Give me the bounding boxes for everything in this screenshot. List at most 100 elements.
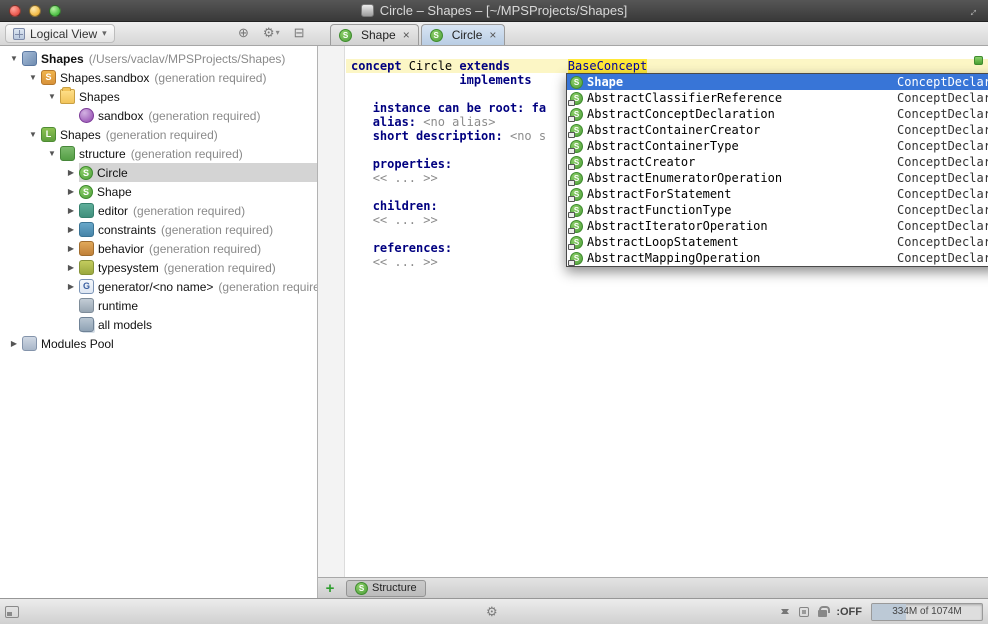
tree-row[interactable]: ▶Modules Pool: [0, 334, 317, 353]
tree-item-shapes[interactable]: Shapes: [60, 87, 317, 106]
analysis-status-indicator[interactable]: [974, 56, 983, 65]
tree-item-runtime[interactable]: runtime: [79, 296, 317, 315]
code-line-caret[interactable]: concept Circle extends BaseConcept: [346, 59, 988, 73]
tree-row[interactable]: ▶SCircle: [0, 163, 317, 182]
tree-item-shapes[interactable]: Shapes(/Users/vaclav/MPSProjects/Shapes): [22, 49, 317, 68]
tree-row[interactable]: all models: [0, 315, 317, 334]
close-icon[interactable]: ×: [489, 28, 496, 42]
add-tab-button[interactable]: +: [322, 580, 338, 597]
code-segment: [351, 129, 373, 143]
collapse-arrow-icon[interactable]: ▼: [25, 130, 41, 139]
tree-item-modules-pool[interactable]: Modules Pool: [22, 334, 317, 353]
toolwindow-toggle-icon[interactable]: [5, 606, 19, 618]
code-segment: properties:: [373, 157, 452, 171]
editor-gutter: [318, 46, 345, 577]
tree-row[interactable]: ▶editor(generation required): [0, 201, 317, 220]
tree-item-circle[interactable]: SCircle: [79, 163, 317, 182]
expand-arrow-icon[interactable]: ▶: [63, 263, 79, 272]
memory-label: 334M of 1074M: [892, 606, 962, 617]
constraints-icon: [79, 222, 94, 237]
expand-arrow-icon[interactable]: ▶: [63, 244, 79, 253]
collapse-arrow-icon[interactable]: ▼: [44, 149, 60, 158]
concept-icon: S: [570, 76, 583, 89]
completion-item-abstractforstatement[interactable]: SAbstractForStatementConceptDeclaration: [567, 186, 988, 202]
completion-item-abstractloopstatement[interactable]: SAbstractLoopStatementConceptDeclaration: [567, 234, 988, 250]
completion-item-abstractcreator[interactable]: SAbstractCreatorConceptDeclaration: [567, 154, 988, 170]
completion-item-abstractconceptdeclaration[interactable]: SAbstractConceptDeclarationConceptDeclar…: [567, 106, 988, 122]
expand-arrow-icon[interactable]: ▶: [63, 168, 79, 177]
completion-item-type: ConceptDeclaration: [897, 171, 988, 185]
collapse-arrow-icon[interactable]: ▼: [44, 92, 60, 101]
gear-icon[interactable]: ⚙▾: [263, 25, 280, 41]
bottom-tab-strip: + SStructure: [318, 577, 988, 598]
tree-row[interactable]: ▼SShapes.sandbox(generation required): [0, 68, 317, 87]
close-icon[interactable]: ×: [403, 28, 410, 42]
tree-item-annotation: (generation required): [131, 147, 243, 161]
selected-cell[interactable]: BaseConcept: [568, 59, 647, 73]
expand-arrow-icon[interactable]: ▶: [63, 282, 79, 291]
completion-item-abstractiteratoroperation[interactable]: SAbstractIteratorOperationConceptDeclara…: [567, 218, 988, 234]
scroll-arrows-icon[interactable]: [781, 605, 790, 618]
tree-row[interactable]: ▶behavior(generation required): [0, 239, 317, 258]
tree-item-generator-no-name[interactable]: Ggenerator/<no name>(generation required…: [79, 277, 317, 296]
tree-item-annotation: (generation required): [149, 242, 261, 256]
tree-row[interactable]: runtime: [0, 296, 317, 315]
tree-row[interactable]: ▼Shapes: [0, 87, 317, 106]
locate-icon[interactable]: ⊕: [238, 25, 249, 41]
completion-item-shape[interactable]: SShapeConceptDeclaration: [567, 74, 988, 90]
tree-item-annotation: (generation required): [164, 261, 276, 275]
completion-item-abstractenumeratoroperation[interactable]: SAbstractEnumeratorOperationConceptDecla…: [567, 170, 988, 186]
completion-item-abstractcontainercreator[interactable]: SAbstractContainerCreatorConceptDeclarat…: [567, 122, 988, 138]
tab-shape[interactable]: SShape×: [330, 24, 419, 45]
tab-circle[interactable]: SCircle×: [421, 24, 506, 45]
zoom-button[interactable]: [49, 5, 61, 17]
completion-item-abstractcontainertype[interactable]: SAbstractContainerTypeConceptDeclaration: [567, 138, 988, 154]
tree-item-sandbox[interactable]: sandbox(generation required): [79, 106, 317, 125]
completion-item-abstractmappingoperation[interactable]: SAbstractMappingOperationConceptDeclarat…: [567, 250, 988, 266]
lock-icon[interactable]: [818, 610, 827, 617]
memory-indicator[interactable]: 334M of 1074M: [871, 603, 983, 621]
tree-item-all-models[interactable]: all models: [79, 315, 317, 334]
tree-item-annotation: (generation required): [148, 109, 260, 123]
gear-icon[interactable]: ⚙: [486, 604, 498, 620]
tree-row[interactable]: ▶SShape: [0, 182, 317, 201]
tree-item-shape[interactable]: SShape: [79, 182, 317, 201]
tree-row[interactable]: ▶typesystem(generation required): [0, 258, 317, 277]
tree-item-typesystem[interactable]: typesystem(generation required): [79, 258, 317, 277]
expand-arrow-icon[interactable]: ▶: [6, 339, 22, 348]
tree-row[interactable]: ▼Shapes(/Users/vaclav/MPSProjects/Shapes…: [0, 49, 317, 68]
tree-row[interactable]: sandbox(generation required): [0, 106, 317, 125]
tree-item-label: Shapes: [60, 128, 101, 142]
fullscreen-icon[interactable]: ↔: [963, 2, 981, 20]
completion-item-abstractfunctiontype[interactable]: SAbstractFunctionTypeConceptDeclaration: [567, 202, 988, 218]
tree-item-behavior[interactable]: behavior(generation required): [79, 239, 317, 258]
collapse-arrow-icon[interactable]: ▼: [25, 73, 41, 82]
tree-row[interactable]: ▶constraints(generation required): [0, 220, 317, 239]
expand-arrow-icon[interactable]: ▶: [63, 206, 79, 215]
expand-arrow-icon[interactable]: ▶: [63, 225, 79, 234]
lock-icon: [568, 180, 575, 186]
completion-item-abstractclassifierreference[interactable]: SAbstractClassifierReferenceConceptDecla…: [567, 90, 988, 106]
tree-item-editor[interactable]: editor(generation required): [79, 201, 317, 220]
highlighting-level-icon[interactable]: [799, 607, 809, 617]
lock-icon: [568, 244, 575, 250]
view-selector[interactable]: Logical View ▾: [5, 24, 115, 43]
tree-item-constraints[interactable]: constraints(generation required): [79, 220, 317, 239]
collapse-all-icon[interactable]: ⊟: [294, 25, 305, 41]
tree-item-shapes-sandbox[interactable]: SShapes.sandbox(generation required): [41, 68, 317, 87]
expand-arrow-icon[interactable]: ▶: [63, 187, 79, 196]
tree-item-structure[interactable]: structure(generation required): [60, 144, 317, 163]
power-save-label[interactable]: :OFF: [836, 606, 862, 618]
folder-icon: [60, 89, 75, 104]
editor-tabs: SShape×SCircle×: [330, 24, 505, 45]
bottom-tab-structure[interactable]: SStructure: [346, 580, 426, 597]
tree-row[interactable]: ▼LShapes(generation required): [0, 125, 317, 144]
tree-row[interactable]: ▼structure(generation required): [0, 144, 317, 163]
tree-row[interactable]: ▶Ggenerator/<no name>(generation require…: [0, 277, 317, 296]
close-button[interactable]: [9, 5, 21, 17]
collapse-arrow-icon[interactable]: ▼: [6, 54, 22, 63]
minimize-button[interactable]: [29, 5, 41, 17]
tree-item-shapes[interactable]: LShapes(generation required): [41, 125, 317, 144]
lock-icon: [568, 260, 575, 266]
tree-item-label: Circle: [97, 166, 128, 180]
